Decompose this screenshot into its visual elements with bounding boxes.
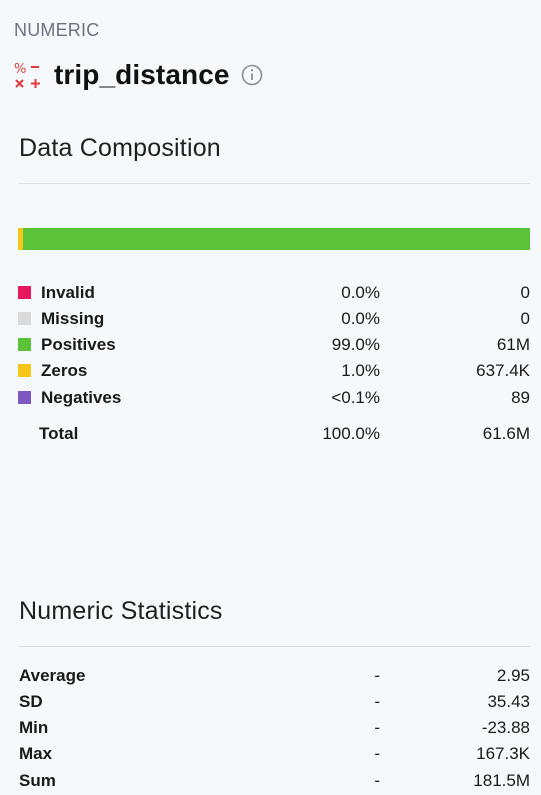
section-divider: [19, 183, 530, 184]
legend-swatch: [18, 364, 31, 377]
stat-value: -23.88: [481, 718, 530, 737]
field-title-row: % trip_distance: [14, 56, 263, 94]
stat-value: 167.3K: [476, 744, 530, 763]
stat-row-sd: SD - 35.43: [19, 690, 530, 714]
legend-row-total: Total 100.0% 61.6M: [18, 422, 530, 446]
total-count: 61.6M: [482, 424, 530, 443]
stat-row-average: Average - 2.95: [19, 664, 530, 688]
legend-count: 61M: [496, 335, 530, 354]
legend-label: Positives: [41, 335, 116, 354]
stat-value: 2.95: [496, 666, 530, 685]
legend-percent: 0.0%: [341, 283, 380, 302]
legend-row-positives: Positives 99.0% 61M: [18, 333, 530, 357]
section-divider: [19, 646, 530, 647]
stat-dash: -: [374, 692, 380, 711]
legend-swatch: [18, 286, 31, 299]
stat-dash: -: [374, 718, 380, 737]
stat-label: Max: [19, 744, 53, 763]
svg-text:%: %: [14, 62, 26, 77]
stat-value: 181.5M: [473, 771, 530, 790]
data-composition-title: Data Composition: [19, 134, 221, 162]
legend-count: 0: [520, 283, 530, 302]
legend-label: Zeros: [41, 361, 88, 380]
legend-percent: 99.0%: [331, 335, 380, 354]
stat-row-max: Max - 167.3K: [19, 742, 530, 766]
legend-percent: 1.0%: [341, 361, 380, 380]
stat-dash: -: [374, 744, 380, 763]
legend-count: 0: [520, 309, 530, 328]
legend-swatch: [18, 312, 31, 325]
stat-dash: -: [374, 666, 380, 685]
legend-row-zeros: Zeros 1.0% 637.4K: [18, 359, 530, 383]
legend-count: 89: [511, 388, 530, 407]
stat-dash: -: [374, 771, 380, 790]
total-percent: 100.0%: [322, 424, 380, 443]
legend-row-missing: Missing 0.0% 0: [18, 307, 530, 331]
legend-percent: 0.0%: [341, 309, 380, 328]
legend-count: 637.4K: [476, 361, 530, 380]
info-icon[interactable]: [241, 64, 263, 86]
composition-bar: [18, 228, 530, 250]
numeric-type-icon: %: [14, 62, 40, 88]
stat-label: Min: [19, 718, 49, 737]
legend-label: Missing: [41, 309, 105, 328]
legend-row-invalid: Invalid 0.0% 0: [18, 281, 530, 305]
legend-percent: <0.1%: [331, 388, 380, 407]
legend-swatch: [18, 338, 31, 351]
total-label: Total: [39, 424, 79, 443]
legend-label: Negatives: [41, 388, 122, 407]
legend-row-negatives: Negatives <0.1% 89: [18, 386, 530, 410]
stat-row-min: Min - -23.88: [19, 716, 530, 740]
stat-value: 35.43: [487, 692, 530, 711]
column-type-label: NUMERIC: [14, 20, 100, 40]
composition-bar-segment-positives[interactable]: [23, 228, 530, 250]
legend-swatch: [18, 391, 31, 404]
field-name: trip_distance: [54, 59, 230, 90]
stat-label: SD: [19, 692, 43, 711]
numeric-statistics-title: Numeric Statistics: [19, 597, 223, 625]
stat-label: Sum: [19, 771, 56, 790]
stat-label: Average: [19, 666, 86, 685]
stat-row-sum: Sum - 181.5M: [19, 769, 530, 793]
legend-label: Invalid: [41, 283, 95, 302]
